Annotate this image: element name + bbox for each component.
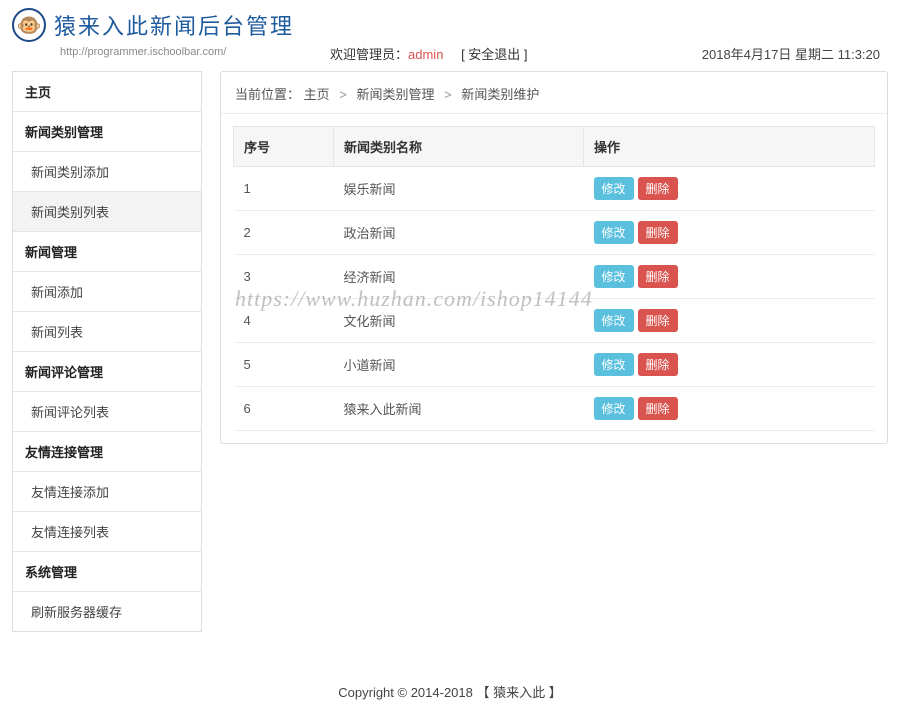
delete-button[interactable]: 删除 <box>638 265 678 288</box>
cell-index: 5 <box>234 343 334 387</box>
table-row: 5小道新闻修改删除 <box>234 343 875 387</box>
edit-button[interactable]: 修改 <box>594 309 634 332</box>
breadcrumb: 当前位置： 主页 > 新闻类别管理 > 新闻类别维护 <box>221 72 887 114</box>
copyright: Copyright © 2014-2018 【 猿来入此 】 <box>338 685 561 700</box>
sidebar-news-list[interactable]: 新闻列表 <box>13 312 201 352</box>
edit-button[interactable]: 修改 <box>594 221 634 244</box>
cell-index: 6 <box>234 387 334 431</box>
col-index: 序号 <box>234 127 334 167</box>
table-row: 1娱乐新闻修改删除 <box>234 167 875 211</box>
cell-index: 4 <box>234 299 334 343</box>
table-row: 3经济新闻修改删除 <box>234 255 875 299</box>
sidebar-link-add[interactable]: 友情连接添加 <box>13 472 201 512</box>
sidebar: 主页 新闻类别管理 新闻类别添加 新闻类别列表 新闻管理 新闻添加 新闻列表 新… <box>12 71 202 632</box>
sidebar-link-list[interactable]: 友情连接列表 <box>13 512 201 552</box>
sidebar-refresh-cache[interactable]: 刷新服务器缓存 <box>13 592 201 631</box>
welcome-text: 欢迎管理员：admin [ 安全退出 ] <box>330 44 528 63</box>
table-row: 4文化新闻修改删除 <box>234 299 875 343</box>
cell-actions: 修改删除 <box>584 343 875 387</box>
cell-name: 经济新闻 <box>334 255 584 299</box>
monkey-logo-icon: 🐵 <box>12 8 46 42</box>
cell-actions: 修改删除 <box>584 299 875 343</box>
table-row: 2政治新闻修改删除 <box>234 211 875 255</box>
admin-name: admin <box>408 47 443 62</box>
table-row: 6猿来入此新闻修改删除 <box>234 387 875 431</box>
datetime: 2018年4月17日 星期二 11:3:20 <box>702 44 880 63</box>
delete-button[interactable]: 删除 <box>638 353 678 376</box>
sidebar-news-add[interactable]: 新闻添加 <box>13 272 201 312</box>
delete-button[interactable]: 删除 <box>638 397 678 420</box>
cell-actions: 修改删除 <box>584 167 875 211</box>
table-header-row: 序号 新闻类别名称 操作 <box>234 127 875 167</box>
panel: 当前位置： 主页 > 新闻类别管理 > 新闻类别维护 序号 新闻类别名称 操作 … <box>220 71 888 444</box>
site-title: 猿来入此新闻后台管理 <box>54 9 294 41</box>
edit-button[interactable]: 修改 <box>594 397 634 420</box>
sidebar-category-mgmt[interactable]: 新闻类别管理 <box>13 112 201 152</box>
sidebar-home[interactable]: 主页 <box>13 72 201 112</box>
delete-button[interactable]: 删除 <box>638 177 678 200</box>
delete-button[interactable]: 删除 <box>638 309 678 332</box>
breadcrumb-label: 当前位置： <box>235 87 300 102</box>
cell-actions: 修改删除 <box>584 255 875 299</box>
col-action: 操作 <box>584 127 875 167</box>
breadcrumb-home[interactable]: 主页 <box>304 87 330 102</box>
sidebar-news-mgmt[interactable]: 新闻管理 <box>13 232 201 272</box>
sidebar-comment-mgmt[interactable]: 新闻评论管理 <box>13 352 201 392</box>
sidebar-sys-mgmt[interactable]: 系统管理 <box>13 552 201 592</box>
edit-button[interactable]: 修改 <box>594 265 634 288</box>
breadcrumb-cat-mgmt[interactable]: 新闻类别管理 <box>357 87 435 102</box>
welcome-prefix: 欢迎管理员： <box>330 47 408 62</box>
cell-index: 1 <box>234 167 334 211</box>
category-table: 序号 新闻类别名称 操作 1娱乐新闻修改删除2政治新闻修改删除3经济新闻修改删除… <box>233 126 875 431</box>
delete-button[interactable]: 删除 <box>638 221 678 244</box>
cell-name: 娱乐新闻 <box>334 167 584 211</box>
chevron-right-icon: > <box>339 87 347 102</box>
cell-name: 文化新闻 <box>334 299 584 343</box>
cell-name: 政治新闻 <box>334 211 584 255</box>
col-name: 新闻类别名称 <box>334 127 584 167</box>
sidebar-category-add[interactable]: 新闻类别添加 <box>13 152 201 192</box>
main: 当前位置： 主页 > 新闻类别管理 > 新闻类别维护 序号 新闻类别名称 操作 … <box>220 71 888 632</box>
sidebar-comment-list[interactable]: 新闻评论列表 <box>13 392 201 432</box>
chevron-right-icon: > <box>444 87 452 102</box>
cell-index: 3 <box>234 255 334 299</box>
logout-link[interactable]: [ 安全退出 ] <box>461 47 527 62</box>
edit-button[interactable]: 修改 <box>594 353 634 376</box>
edit-button[interactable]: 修改 <box>594 177 634 200</box>
breadcrumb-current: 新闻类别维护 <box>461 87 539 102</box>
sidebar-category-list[interactable]: 新闻类别列表 <box>13 192 201 232</box>
cell-actions: 修改删除 <box>584 211 875 255</box>
cell-name: 猿来入此新闻 <box>334 387 584 431</box>
logo-block: 🐵 猿来入此新闻后台管理 <box>12 8 294 42</box>
footer: Copyright © 2014-2018 【 猿来入此 】 <box>0 652 900 715</box>
sidebar-link-mgmt[interactable]: 友情连接管理 <box>13 432 201 472</box>
cell-index: 2 <box>234 211 334 255</box>
cell-actions: 修改删除 <box>584 387 875 431</box>
cell-name: 小道新闻 <box>334 343 584 387</box>
